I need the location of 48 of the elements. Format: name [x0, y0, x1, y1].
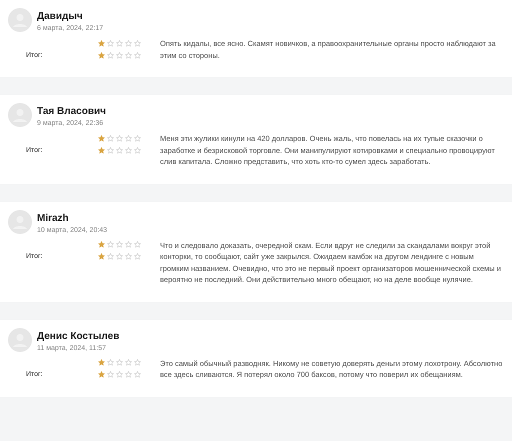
star-icon: [134, 253, 141, 260]
star-icon: [98, 359, 105, 366]
star-icon: [116, 134, 123, 142]
star-icon: [125, 253, 132, 260]
avatar-icon: [8, 328, 32, 352]
star-icon: [116, 40, 123, 46]
star-icon: [125, 371, 132, 378]
avatar-icon: [8, 8, 32, 32]
star-icon: [107, 134, 114, 142]
star-icon: [134, 134, 141, 142]
star-icon: [116, 146, 123, 154]
star-icon: [98, 52, 105, 58]
star-icon: [98, 146, 105, 154]
star-icon: [116, 359, 123, 366]
star-icon: [98, 253, 105, 260]
author-name: Давидыч: [37, 11, 84, 22]
author-name: Тая Власович: [37, 106, 106, 117]
avatar-icon: [8, 103, 32, 127]
star-icon: [107, 371, 114, 378]
star-icon: [125, 146, 132, 154]
star-icon: [98, 134, 105, 142]
star-icon: [134, 40, 141, 46]
star-icon: [134, 359, 141, 366]
star-icon: [107, 241, 114, 248]
author-name: Денис Костылев: [37, 330, 120, 342]
star-icon: [107, 146, 114, 154]
star-icon: [134, 241, 141, 248]
star-icon: [107, 253, 114, 260]
star-icon: [125, 359, 132, 366]
star-icon: [98, 40, 105, 46]
star-icon: [125, 134, 132, 142]
star-icon: [134, 52, 141, 58]
star-icon: [98, 241, 105, 248]
star-icon: [116, 241, 123, 248]
star-icon: [125, 40, 132, 46]
star-icon: [107, 52, 114, 58]
star-icon: [116, 52, 123, 58]
star-icon: [125, 241, 132, 248]
star-icon: [134, 371, 141, 378]
avatar-icon: [8, 210, 32, 234]
star-icon: [107, 359, 114, 366]
star-icon: [134, 146, 141, 154]
star-icon: [116, 371, 123, 378]
star-icon: [116, 253, 123, 260]
star-icon: [107, 40, 114, 46]
star-icon: [125, 52, 132, 58]
star-icon: [98, 371, 105, 378]
author-name: Mirazh: [37, 212, 70, 224]
